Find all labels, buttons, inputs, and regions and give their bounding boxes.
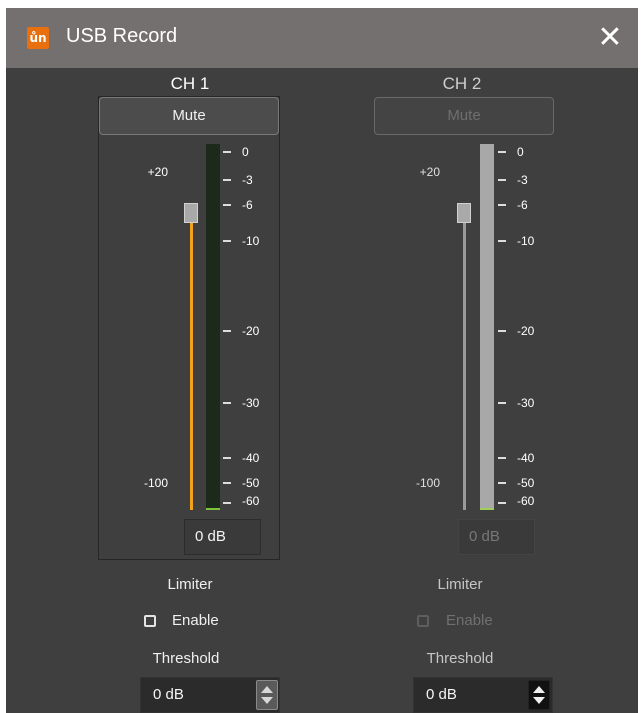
ch2-enable-checkbox[interactable] [417,615,429,627]
ch2-fader-handle[interactable] [457,203,471,223]
ch1-meter-tick [223,240,231,242]
ch2-threshold-spinner[interactable] [528,680,550,710]
spinner-up-icon[interactable] [261,686,273,693]
ch2-threshold-label: Threshold [426,650,494,667]
ch2-limiter-label: Limiter [437,576,483,593]
ch2-meter-tick [498,457,506,459]
ch2-meter-tick [498,482,506,484]
ch2-meter-tick-label: -6 [517,198,528,212]
ch2-meter-tick [498,204,506,206]
ch2-level-meter [480,144,494,510]
ch1-fader-handle[interactable] [184,203,198,223]
ch2-meter-tick [498,502,506,504]
usb-record-window: ůn USB Record ✕ CH 1 Mute +20 -100 0 -3 … [6,8,638,713]
window-title: USB Record [66,25,178,47]
ch1-level-meter [206,144,220,510]
ch2-gain-field[interactable]: 0 dB [458,519,535,555]
ch1-meter-tick [223,482,231,484]
ch1-enable-checkbox[interactable] [144,615,156,627]
ch1-meter-tick-label: -6 [242,198,253,212]
ch2-meter-tick [498,402,506,404]
ch1-meter-tick [223,179,231,181]
ch2-meter-tick-label: -60 [517,494,535,508]
ch2-fader-min-label: -100 [415,476,440,490]
ch1-meter-tick-label: -60 [242,494,260,508]
ch2-mute-button[interactable]: Mute [374,97,554,135]
ch2-title: CH 2 [442,74,482,93]
ch2-enable-label[interactable]: Enable [446,612,493,629]
title-bar: ůn USB Record ✕ [6,8,638,68]
ch1-meter-tick [223,502,231,504]
ch1-meter-tick-label: -3 [242,173,253,187]
ch1-meter-tick [223,457,231,459]
ch1-fader-min-label: -100 [143,476,168,490]
ch1-fader-track[interactable] [190,218,193,510]
ch2-meter-tick [498,179,506,181]
spinner-down-icon[interactable] [261,697,273,704]
ch1-enable-label[interactable]: Enable [172,612,219,629]
app-logo-icon: ůn [27,27,49,49]
ch2-fader-track[interactable] [463,218,466,510]
ch2-meter-tick-label: -10 [517,234,535,248]
ch1-limiter-label: Limiter [167,576,213,593]
ch2-meter-tick [498,151,506,153]
ch1-meter-level [206,508,220,510]
ch2-meter-tick-label: -3 [517,173,528,187]
ch1-meter-tick [223,151,231,153]
ch1-fader-max-label: +20 [147,165,168,179]
ch1-title: CH 1 [170,74,210,93]
ch1-threshold-spinner[interactable] [256,680,278,710]
ch1-meter-tick-label: -30 [242,396,260,410]
ch2-meter-tick-label: 0 [517,145,524,159]
ch2-meter-tick-label: -40 [517,451,535,465]
ch1-threshold-label: Threshold [152,650,220,667]
ch1-mute-button[interactable]: Mute [99,97,279,135]
ch1-meter-tick-label: -20 [242,324,260,338]
ch1-meter-tick-label: -50 [242,476,260,490]
ch1-meter-tick [223,402,231,404]
ch2-meter-tick [498,330,506,332]
ch1-meter-tick-label: 0 [242,145,249,159]
spinner-up-icon[interactable] [533,686,545,693]
ch2-meter-tick-label: -20 [517,324,535,338]
spinner-down-icon[interactable] [533,697,545,704]
ch2-meter-tick-label: -30 [517,396,535,410]
ch1-meter-tick [223,204,231,206]
ch2-meter-level [480,508,494,510]
ch1-meter-tick [223,330,231,332]
ch2-meter-tick [498,240,506,242]
close-icon[interactable]: ✕ [592,20,628,56]
ch2-meter-tick-label: -50 [517,476,535,490]
ch1-gain-field[interactable]: 0 dB [184,519,261,555]
ch2-fader-max-label: +20 [419,165,440,179]
ch1-meter-tick-label: -40 [242,451,260,465]
ch1-meter-tick-label: -10 [242,234,260,248]
